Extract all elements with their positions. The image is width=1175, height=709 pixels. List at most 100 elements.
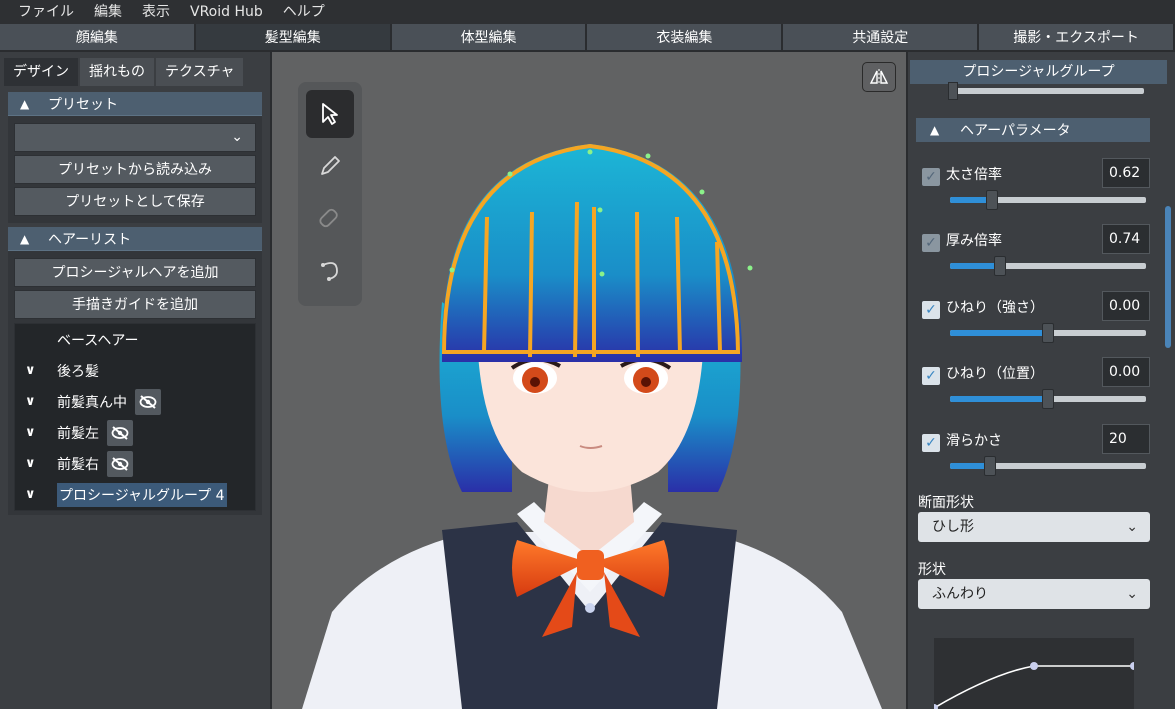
menu-view[interactable]: 表示 — [132, 0, 180, 24]
hair-params-header[interactable]: ▲ ヘアーパラメータ — [916, 118, 1150, 142]
param-depth: ✓ 厚み倍率 0.74 — [922, 222, 1150, 284]
mirror-icon — [869, 69, 889, 85]
twist-strength-slider[interactable] — [950, 323, 1146, 343]
chevron-up-icon: ▲ — [20, 231, 30, 246]
list-item[interactable]: ∨ 後ろ髪 — [15, 355, 255, 386]
hairlist-section-header[interactable]: ▲ ヘアーリスト — [8, 227, 262, 251]
smoothness-checkbox[interactable]: ✓ — [922, 434, 940, 452]
subtab-swaying[interactable]: 揺れもの — [80, 58, 154, 86]
chevron-down-icon[interactable]: ∨ — [25, 456, 57, 471]
thickness-input[interactable]: 0.62 — [1102, 158, 1150, 188]
twist-position-input[interactable]: 0.00 — [1102, 357, 1150, 387]
load-preset-button[interactable]: プリセットから読み込み — [14, 155, 256, 184]
subtab-design[interactable]: デザイン — [4, 58, 78, 86]
tool-palette — [298, 82, 362, 306]
cross-section-dropdown[interactable]: ひし形 ⌄ — [918, 512, 1150, 542]
slider-knob[interactable] — [984, 456, 996, 476]
procedural-group-header[interactable]: プロシージャルグループ — [910, 60, 1167, 84]
chevron-down-icon[interactable]: ∨ — [25, 394, 57, 409]
list-item-label: 前髪右 — [57, 456, 99, 473]
hairlist-section: プロシージャルヘアを追加 手描きガイドを追加 ベースヘアー ∨ 後ろ髪 ∨ 前髪… — [8, 251, 262, 515]
group-slider[interactable] — [948, 82, 1144, 100]
twist-strength-input[interactable]: 0.00 — [1102, 291, 1150, 321]
save-preset-button[interactable]: プリセットとして保存 — [14, 187, 256, 216]
tab-common-settings[interactable]: 共通設定 — [783, 24, 980, 52]
curve-point[interactable] — [930, 704, 938, 709]
chevron-down-icon[interactable]: ∨ — [25, 363, 57, 378]
list-item[interactable]: ベースヘアー — [15, 324, 255, 355]
chevron-down-icon[interactable]: ∨ — [25, 487, 57, 502]
right-panel: プロシージャルグループ ▲ ヘアーパラメータ ✓ 太さ倍率 0.62 ✓ 厚み倍… — [906, 52, 1175, 709]
slider-knob[interactable] — [1042, 323, 1054, 343]
twist-position-checkbox[interactable]: ✓ — [922, 367, 940, 385]
list-item-label: ベースヘアー — [57, 332, 139, 349]
menu-file[interactable]: ファイル — [8, 0, 84, 24]
list-item[interactable]: ∨ プロシージャルグループ 4 — [15, 479, 255, 510]
add-procedural-hair-button[interactable]: プロシージャルヘアを追加 — [14, 258, 256, 287]
preset-dropdown[interactable]: ⌄ — [14, 123, 256, 152]
scrollbar[interactable] — [1165, 206, 1171, 348]
curve-point[interactable] — [1030, 662, 1038, 670]
twist-position-label: ひねり（位置） — [946, 366, 1044, 382]
twist-strength-label: ひねり（強さ） — [946, 300, 1044, 316]
shape-curve-editor[interactable] — [930, 638, 1138, 709]
thickness-label: 太さ倍率 — [946, 167, 1002, 183]
eye-slash-icon[interactable] — [135, 388, 161, 415]
eraser-icon — [319, 208, 338, 228]
slider-knob[interactable] — [986, 190, 998, 210]
shape-dropdown[interactable]: ふんわり ⌄ — [918, 579, 1150, 609]
tab-body[interactable]: 体型編集 — [391, 24, 588, 52]
depth-checkbox[interactable]: ✓ — [922, 234, 940, 252]
slider-knob[interactable] — [994, 256, 1006, 276]
twist-position-slider[interactable] — [950, 389, 1146, 409]
select-tool-button[interactable] — [306, 90, 354, 138]
param-smoothness: ✓ 滑らかさ 20 — [922, 422, 1150, 484]
curve-point[interactable] — [1130, 662, 1138, 670]
slider-knob[interactable] — [1042, 389, 1054, 409]
add-guide-button[interactable]: 手描きガイドを追加 — [14, 290, 256, 319]
list-item-label: 前髪真ん中 — [57, 394, 127, 411]
tab-photo-export[interactable]: 撮影・エクスポート — [979, 24, 1175, 52]
tab-outfit[interactable]: 衣装編集 — [587, 24, 784, 52]
depth-slider[interactable] — [950, 256, 1146, 276]
menu-help[interactable]: ヘルプ — [273, 0, 335, 24]
menu-edit[interactable]: 編集 — [84, 0, 132, 24]
list-item[interactable]: ∨ 前髪右 — [15, 448, 255, 479]
subtab-texture[interactable]: テクスチャ — [156, 58, 244, 86]
mirror-toggle-button[interactable] — [862, 62, 896, 92]
list-item-label: 後ろ髪 — [57, 363, 99, 380]
chevron-down-icon[interactable]: ∨ — [25, 425, 57, 440]
hair-list: ベースヘアー ∨ 後ろ髪 ∨ 前髪真ん中 ∨ 前髪左 ∨ 前髪右 ∨ プロシージ… — [14, 323, 256, 511]
eraser-tool-button[interactable] — [306, 194, 354, 242]
slider-knob[interactable] — [948, 82, 958, 100]
smoothness-input[interactable]: 20 — [1102, 424, 1150, 454]
eye-slash-icon[interactable] — [107, 419, 133, 446]
chevron-up-icon: ▲ — [20, 96, 30, 111]
eye-slash-icon[interactable] — [107, 450, 133, 477]
pen-tool-button[interactable] — [306, 142, 354, 190]
tab-hair[interactable]: 髪型編集 — [195, 24, 392, 52]
preset-section: ⌄ プリセットから読み込み プリセットとして保存 — [8, 116, 262, 223]
hair-params-label: ヘアーパラメータ — [960, 123, 1071, 139]
left-panel: デザイン 揺れもの テクスチャ ▲ プリセット ⌄ プリセットから読み込み プリ… — [0, 52, 272, 709]
smooth-tool-button[interactable] — [306, 246, 354, 294]
sub-tabs: デザイン 揺れもの テクスチャ — [0, 52, 270, 88]
thickness-slider[interactable] — [950, 190, 1146, 210]
tab-face[interactable]: 顔編集 — [0, 24, 196, 52]
shape-value: ふんわり — [932, 586, 988, 602]
cursor-arrow-icon — [322, 103, 338, 125]
shape-label: 形状 — [918, 562, 946, 578]
menu-vroid-hub[interactable]: VRoid Hub — [180, 0, 273, 24]
preset-section-header[interactable]: ▲ プリセット — [8, 92, 262, 116]
thickness-checkbox[interactable]: ✓ — [922, 168, 940, 186]
3d-viewport[interactable] — [272, 52, 906, 709]
smoothness-slider[interactable] — [950, 456, 1146, 476]
list-item-label: プロシージャルグループ 4 — [57, 482, 227, 507]
menu-bar: ファイル 編集 表示 VRoid Hub ヘルプ — [0, 0, 1175, 24]
list-item[interactable]: ∨ 前髪真ん中 — [15, 386, 255, 417]
cross-section-value: ひし形 — [932, 519, 974, 535]
pencil-icon — [321, 156, 340, 175]
twist-strength-checkbox[interactable]: ✓ — [922, 301, 940, 319]
list-item[interactable]: ∨ 前髪左 — [15, 417, 255, 448]
depth-input[interactable]: 0.74 — [1102, 224, 1150, 254]
